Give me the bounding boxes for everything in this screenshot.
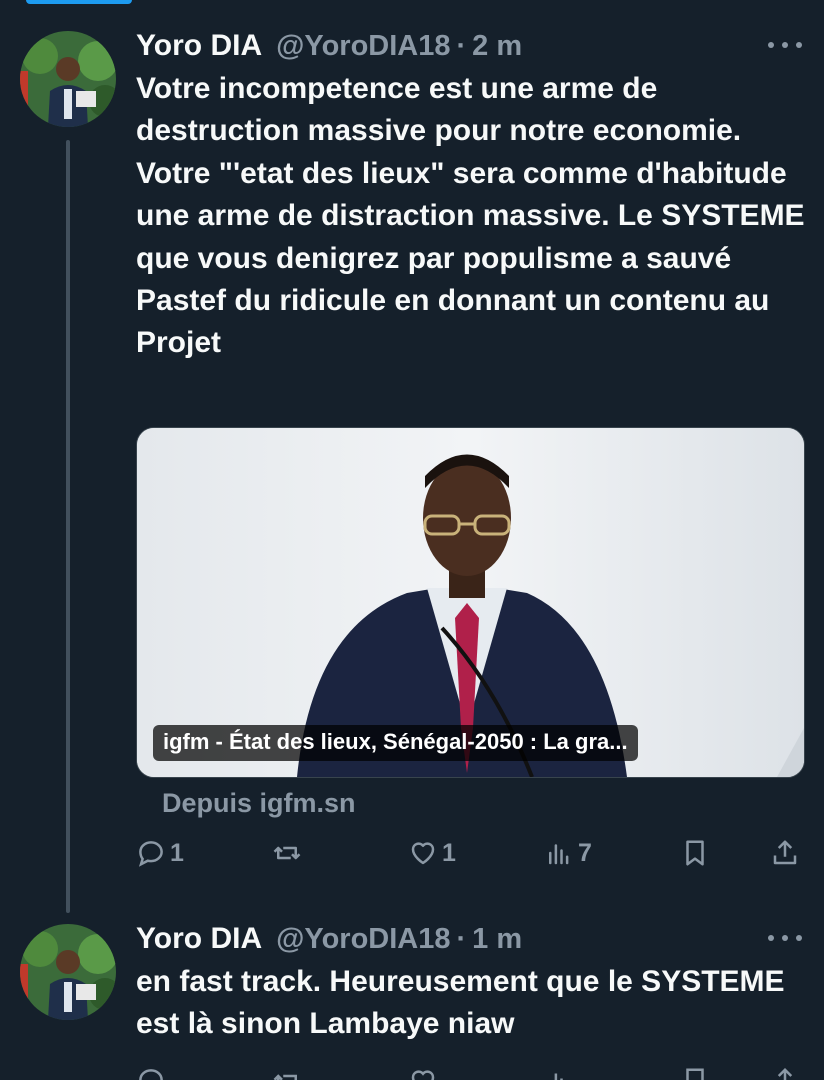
card-source[interactable]: Depuis igfm.sn — [162, 788, 356, 819]
avatar[interactable] — [20, 31, 116, 127]
views-icon — [554, 1073, 563, 1080]
reply-icon — [138, 841, 163, 867]
user-handle[interactable]: @YoroDIA18 — [276, 30, 450, 63]
bookmark-icon — [686, 840, 704, 866]
heart-icon — [411, 1070, 435, 1080]
reply-icon — [139, 1069, 163, 1080]
timestamp[interactable]: 2 m — [472, 30, 522, 63]
like-button[interactable] — [408, 1066, 438, 1080]
user-handle[interactable]: @YoroDIA18 — [276, 923, 450, 956]
repost-button[interactable] — [272, 838, 306, 868]
share-icon — [773, 840, 797, 865]
share-icon — [777, 1067, 793, 1080]
display-name[interactable]: Yoro DIA — [136, 29, 262, 63]
avatar-image — [20, 31, 116, 127]
avatar[interactable] — [20, 924, 116, 1020]
tweet-actions — [136, 1066, 804, 1080]
more-icon[interactable] — [768, 40, 802, 50]
repost-button[interactable] — [272, 1066, 302, 1080]
like-button[interactable]: 1 — [408, 838, 456, 868]
timestamp[interactable]: 1 m — [472, 923, 522, 956]
tweet-text: en fast track. Heureusement que le SYSTE… — [136, 965, 785, 1041]
views-button[interactable]: 7 — [544, 838, 592, 868]
repost-icon — [273, 846, 301, 860]
display-name[interactable]: Yoro DIA — [136, 922, 262, 956]
link-card[interactable]: igfm - État des lieux, Sénégal-2050 : La… — [136, 427, 805, 778]
views-icon — [549, 844, 569, 865]
share-button[interactable] — [770, 1066, 800, 1080]
card-caption: igfm - État des lieux, Sénégal-2050 : La… — [153, 725, 638, 761]
separator: · — [456, 30, 467, 62]
views-count: 7 — [578, 838, 592, 867]
like-count: 1 — [442, 838, 456, 867]
reply-count: 1 — [170, 838, 184, 867]
bookmark-button[interactable] — [680, 1066, 710, 1080]
more-icon[interactable] — [768, 933, 802, 943]
top-tab-indicator — [26, 0, 132, 4]
bookmark-icon — [686, 1068, 704, 1080]
share-button[interactable] — [770, 838, 800, 868]
reply-button[interactable]: 1 — [136, 838, 184, 868]
tweet-header: Yoro DIA @YoroDIA18 · 2 m — [136, 29, 522, 63]
avatar-image — [20, 924, 116, 1020]
tweet-text: Votre incompetence est une arme de destr… — [136, 72, 805, 360]
thread-line — [66, 140, 70, 913]
separator: · — [456, 923, 467, 955]
repost-icon — [273, 1074, 297, 1080]
heart-icon — [411, 842, 435, 865]
views-button[interactable] — [544, 1066, 574, 1080]
tweet-header: Yoro DIA @YoroDIA18 · 1 m — [136, 922, 522, 956]
reply-button[interactable] — [136, 1066, 166, 1080]
bookmark-button[interactable] — [680, 838, 710, 868]
tweet-actions: 1 1 7 — [136, 838, 804, 878]
